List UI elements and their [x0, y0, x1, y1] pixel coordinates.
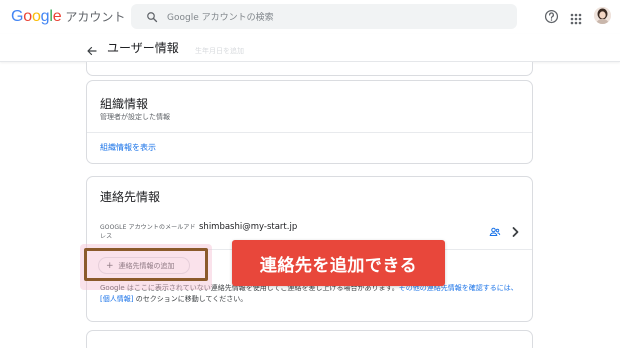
- google-account-logo[interactable]: Google アカウント: [11, 8, 125, 26]
- card-title: 連絡先情報: [100, 190, 161, 204]
- page-title: ユーザー情報: [107, 41, 179, 55]
- avatar[interactable]: [594, 7, 611, 24]
- email-label: GOOGLE アカウントのメールアドレス: [100, 224, 196, 240]
- search-bar[interactable]: Google アカウントの検索: [131, 4, 517, 29]
- personal-info-link[interactable]: [個人情報]: [100, 295, 133, 303]
- callout-banner: 連絡先を追加できる: [232, 240, 445, 286]
- sub-header: ユーザー情報 生年月日を追加: [0, 34, 620, 62]
- top-app-bar: Google アカウント Google アカウントの検索: [0, 0, 620, 34]
- note-end: のセクションに移動してください。: [133, 295, 248, 303]
- ghost-text: 生年月日を追加: [195, 47, 244, 55]
- email-value[interactable]: shimbashi@my-start.jp: [199, 222, 297, 232]
- apps-grid-icon[interactable]: [570, 10, 582, 25]
- card-title: 組織情報: [100, 97, 149, 111]
- help-icon[interactable]: [544, 9, 559, 24]
- product-name: アカウント: [65, 10, 126, 24]
- back-arrow-icon[interactable]: [86, 42, 98, 56]
- card-description: 管理者が設定した情報: [100, 113, 170, 121]
- highlight-frame: [84, 248, 208, 281]
- divider: [87, 132, 532, 133]
- previous-card: [86, 62, 533, 76]
- google-logo: Google: [11, 8, 62, 25]
- chevron-right-icon[interactable]: [511, 223, 520, 237]
- people-icon[interactable]: [489, 223, 501, 236]
- next-card: [86, 330, 533, 348]
- organization-card: 組織情報 管理者が設定した情報 組織情報を表示: [86, 80, 533, 164]
- view-org-info-link[interactable]: 組織情報を表示: [100, 142, 156, 153]
- search-input[interactable]: Google アカウントの検索: [167, 10, 274, 23]
- search-icon: [139, 4, 165, 29]
